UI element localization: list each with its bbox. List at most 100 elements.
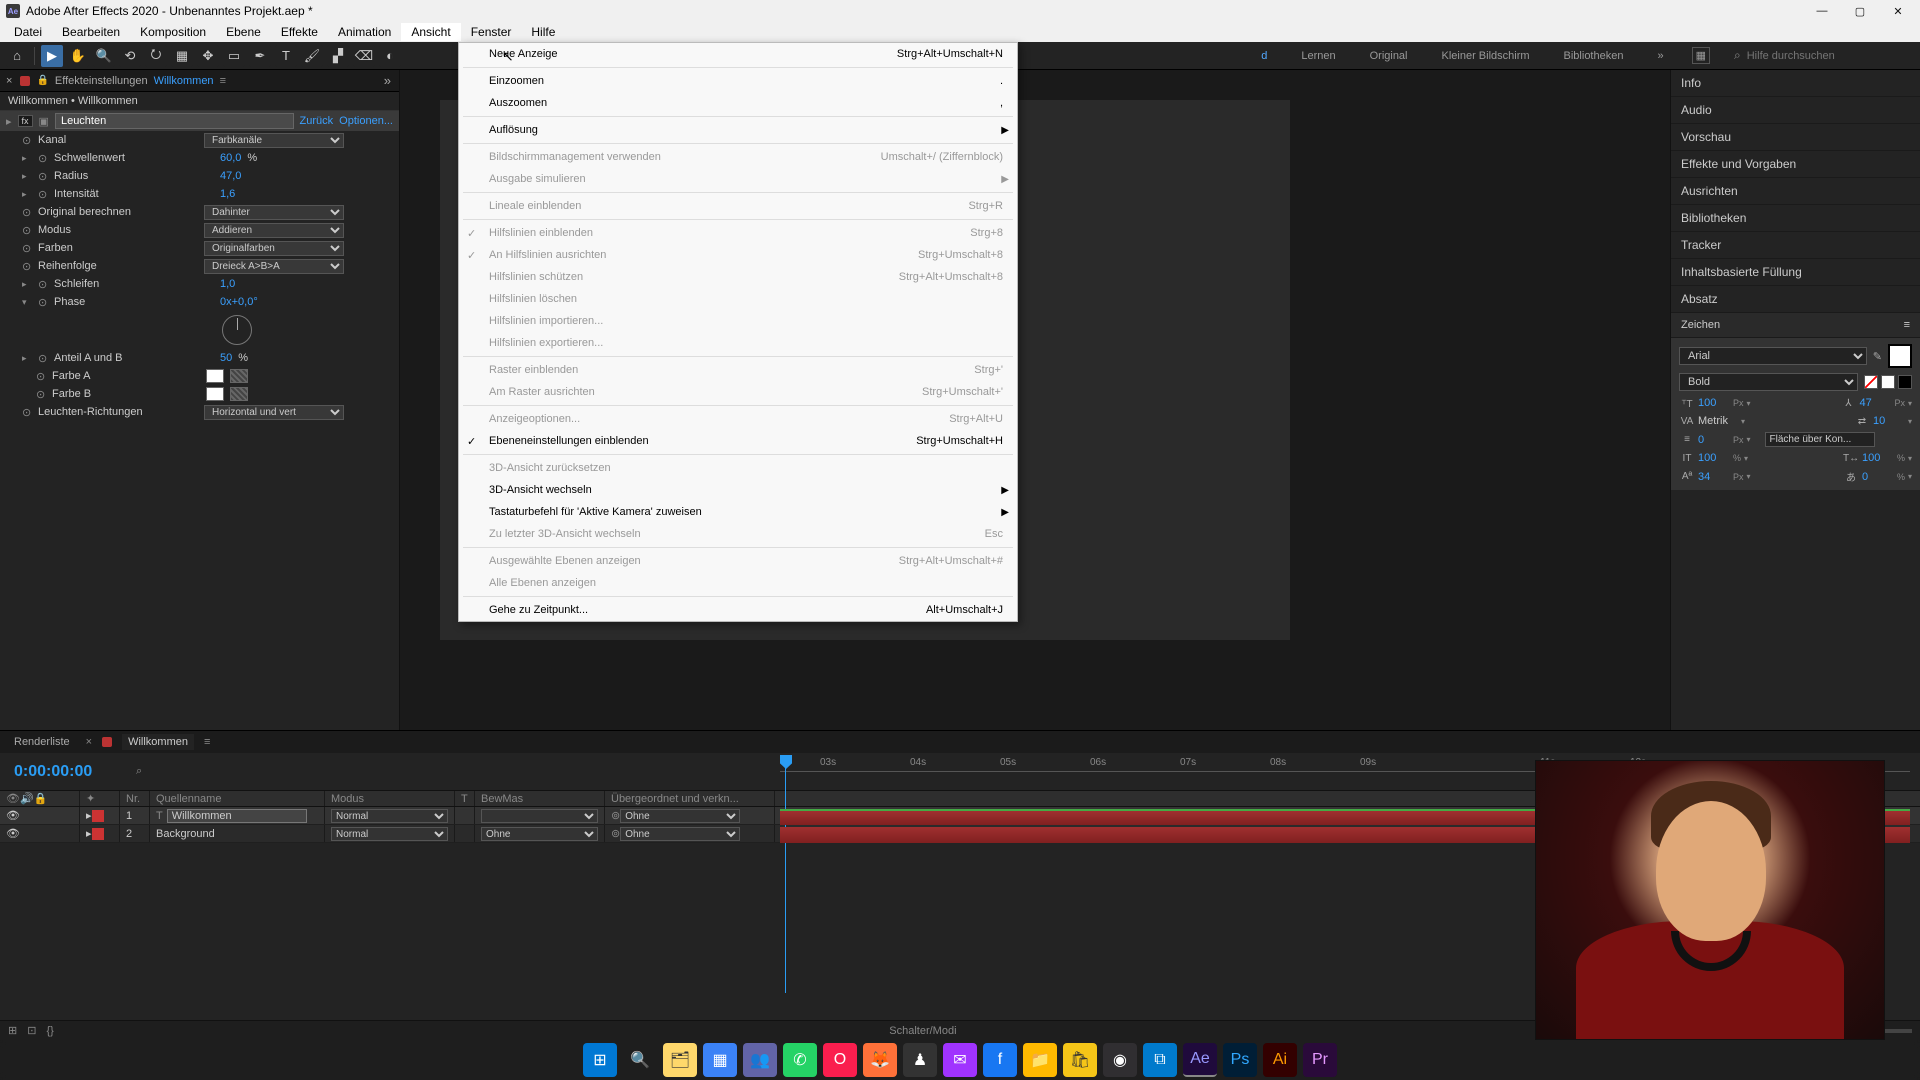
layer-parent-select[interactable]: Ohne bbox=[620, 809, 740, 823]
fill-over-stroke-select[interactable]: Fläche über Kon... bbox=[1765, 432, 1875, 447]
menu-hilfe[interactable]: Hilfe bbox=[521, 23, 565, 41]
menu-item[interactable]: Auflösung▶ bbox=[459, 119, 1017, 141]
orbit-tool-icon[interactable]: ⟲ bbox=[119, 45, 141, 67]
layer-mode-select[interactable]: Normal bbox=[331, 809, 448, 823]
timecode[interactable]: 0:00:00:00 bbox=[0, 763, 130, 781]
eraser-tool-icon[interactable]: ⌫ bbox=[353, 45, 375, 67]
prop-schleifen-value[interactable]: 1,0 bbox=[220, 278, 235, 290]
tab-willkommen[interactable]: Willkommen bbox=[122, 734, 194, 750]
menu-item[interactable]: Einzoomen. bbox=[459, 70, 1017, 92]
menu-effekte[interactable]: Effekte bbox=[271, 23, 328, 41]
taskbar-pr-icon[interactable]: Pr bbox=[1303, 1043, 1337, 1077]
taskbar-ps-icon[interactable]: Ps bbox=[1223, 1043, 1257, 1077]
minimize-button[interactable]: — bbox=[1812, 5, 1832, 18]
font-weight-select[interactable]: Bold bbox=[1679, 373, 1858, 391]
layer-parent-select[interactable]: Ohne bbox=[620, 827, 740, 841]
eyedropper-icon[interactable]: ✎ bbox=[1873, 350, 1882, 363]
layer-visibility-icon[interactable]: 👁 bbox=[6, 809, 20, 822]
taskbar-obs-icon[interactable]: ◉ bbox=[1103, 1043, 1137, 1077]
stopwatch-icon[interactable]: ⊙ bbox=[36, 370, 46, 383]
prop-kanal-value[interactable]: Farbkanäle bbox=[204, 133, 344, 148]
phase-dial[interactable] bbox=[222, 315, 252, 345]
font-family-select[interactable]: Arial bbox=[1679, 347, 1867, 365]
prop-original-value[interactable]: Dahinter bbox=[204, 205, 344, 220]
taskbar-search-icon[interactable]: 🔍 bbox=[623, 1043, 657, 1077]
taskbar-facebook-icon[interactable]: f bbox=[983, 1043, 1017, 1077]
prop-radius-value[interactable]: 47,0 bbox=[220, 170, 241, 182]
workspace-original[interactable]: Original bbox=[1364, 46, 1414, 66]
leading-value[interactable]: 47 bbox=[1859, 397, 1891, 409]
rect-tool-icon[interactable]: ▭ bbox=[223, 45, 245, 67]
panel-vorschau[interactable]: Vorschau bbox=[1671, 124, 1920, 151]
close-button[interactable]: ✕ bbox=[1888, 5, 1908, 18]
layer-trkmat-select[interactable] bbox=[481, 809, 598, 823]
workspace-more-icon[interactable]: » bbox=[1651, 46, 1669, 66]
taskbar-widgets-icon[interactable]: ▦ bbox=[703, 1043, 737, 1077]
help-search[interactable]: ⌕ bbox=[1734, 48, 1914, 63]
baseline-value[interactable]: 34 bbox=[1698, 471, 1730, 483]
panel-tracker[interactable]: Tracker bbox=[1671, 232, 1920, 259]
menu-item[interactable]: 3D-Ansicht wechseln▶ bbox=[459, 479, 1017, 501]
fill-color-swatch[interactable] bbox=[1888, 344, 1912, 368]
workspace-bibliotheken[interactable]: Bibliotheken bbox=[1558, 46, 1630, 66]
prop-farben-value[interactable]: Originalfarben bbox=[204, 241, 344, 256]
tl-footer-icon[interactable]: ⊡ bbox=[27, 1024, 36, 1037]
timeline-search-icon[interactable]: ⌕ bbox=[136, 765, 142, 778]
effect-back-link[interactable]: Zurück bbox=[300, 115, 334, 127]
switches-modes-toggle[interactable]: Schalter/Modi bbox=[889, 1025, 956, 1037]
color-a-swatch[interactable] bbox=[206, 369, 224, 383]
pickwhip-icon[interactable]: ⊚ bbox=[611, 809, 620, 822]
taskbar-ai-icon[interactable]: Ai bbox=[1263, 1043, 1297, 1077]
layer-trkmat-select[interactable]: Ohne bbox=[481, 827, 598, 841]
menu-item[interactable]: Tastaturbefehl für 'Aktive Kamera' zuwei… bbox=[459, 501, 1017, 523]
layer-name[interactable]: Background bbox=[156, 828, 296, 840]
playhead[interactable] bbox=[780, 755, 792, 769]
taskbar-store-icon[interactable]: 🛍 bbox=[1063, 1043, 1097, 1077]
font-size-value[interactable]: 100 bbox=[1698, 397, 1730, 409]
taskbar-opera-icon[interactable]: O bbox=[823, 1043, 857, 1077]
prop-modus-value[interactable]: Addieren bbox=[204, 223, 344, 238]
panel-info[interactable]: Info bbox=[1671, 70, 1920, 97]
hand-tool-icon[interactable]: ✋ bbox=[67, 45, 89, 67]
pickwhip-icon[interactable]: ⊚ bbox=[611, 827, 620, 840]
anchor-tool-icon[interactable]: ✥ bbox=[197, 45, 219, 67]
effect-visibility-icon[interactable]: ▣ bbox=[39, 115, 49, 128]
workspace-d[interactable]: d bbox=[1255, 46, 1273, 66]
tsume-value[interactable]: 0 bbox=[1862, 471, 1894, 483]
home-icon[interactable]: ⌂ bbox=[6, 45, 28, 67]
workspace-lernen[interactable]: Lernen bbox=[1295, 46, 1341, 66]
taskbar-firefox-icon[interactable]: 🦊 bbox=[863, 1043, 897, 1077]
taskbar-files-icon[interactable]: 📁 bbox=[1023, 1043, 1057, 1077]
taskbar-app-icon[interactable]: ♟ bbox=[903, 1043, 937, 1077]
tl-footer-icon[interactable]: {} bbox=[46, 1025, 53, 1037]
tracking-value[interactable]: 10 bbox=[1873, 415, 1905, 427]
fx-badge[interactable]: fx bbox=[18, 115, 33, 127]
workspace-grid-icon[interactable]: ▦ bbox=[1692, 47, 1710, 64]
zoom-tool-icon[interactable]: 🔍 bbox=[93, 45, 115, 67]
help-search-input[interactable] bbox=[1747, 50, 1887, 62]
panel-bibliotheken[interactable]: Bibliotheken bbox=[1671, 205, 1920, 232]
brush-tool-icon[interactable]: 🖌 bbox=[301, 45, 323, 67]
text-tool-icon[interactable]: T bbox=[275, 45, 297, 67]
fill-black-icon[interactable] bbox=[1898, 375, 1912, 389]
menu-fenster[interactable]: Fenster bbox=[461, 23, 522, 41]
hscale-value[interactable]: 100 bbox=[1862, 452, 1894, 464]
selection-tool-icon[interactable]: ▶ bbox=[41, 45, 63, 67]
panel-expand-icon[interactable]: » bbox=[384, 73, 395, 88]
taskbar-explorer-icon[interactable]: 🗂 bbox=[663, 1043, 697, 1077]
layer-color-chip[interactable] bbox=[92, 828, 104, 840]
layer-mode-select[interactable]: Normal bbox=[331, 827, 448, 841]
pen-tool-icon[interactable]: ✒ bbox=[249, 45, 271, 67]
panel-inhalt[interactable]: Inhaltsbasierte Füllung bbox=[1671, 259, 1920, 286]
color-a-picker-icon[interactable] bbox=[230, 369, 248, 383]
panel-ausrichten[interactable]: Ausrichten bbox=[1671, 178, 1920, 205]
color-b-picker-icon[interactable] bbox=[230, 387, 248, 401]
menu-komposition[interactable]: Komposition bbox=[130, 23, 216, 41]
tl-footer-icon[interactable]: ⊞ bbox=[8, 1024, 17, 1037]
effect-controls-tab-label[interactable]: Effekteinstellungen bbox=[55, 75, 148, 87]
maximize-button[interactable]: ▢ bbox=[1850, 5, 1870, 18]
taskbar-whatsapp-icon[interactable]: ✆ bbox=[783, 1043, 817, 1077]
prop-anteil-value[interactable]: 50 bbox=[220, 352, 232, 364]
roto-tool-icon[interactable]: ◐ bbox=[379, 45, 401, 67]
panel-effekte[interactable]: Effekte und Vorgaben bbox=[1671, 151, 1920, 178]
